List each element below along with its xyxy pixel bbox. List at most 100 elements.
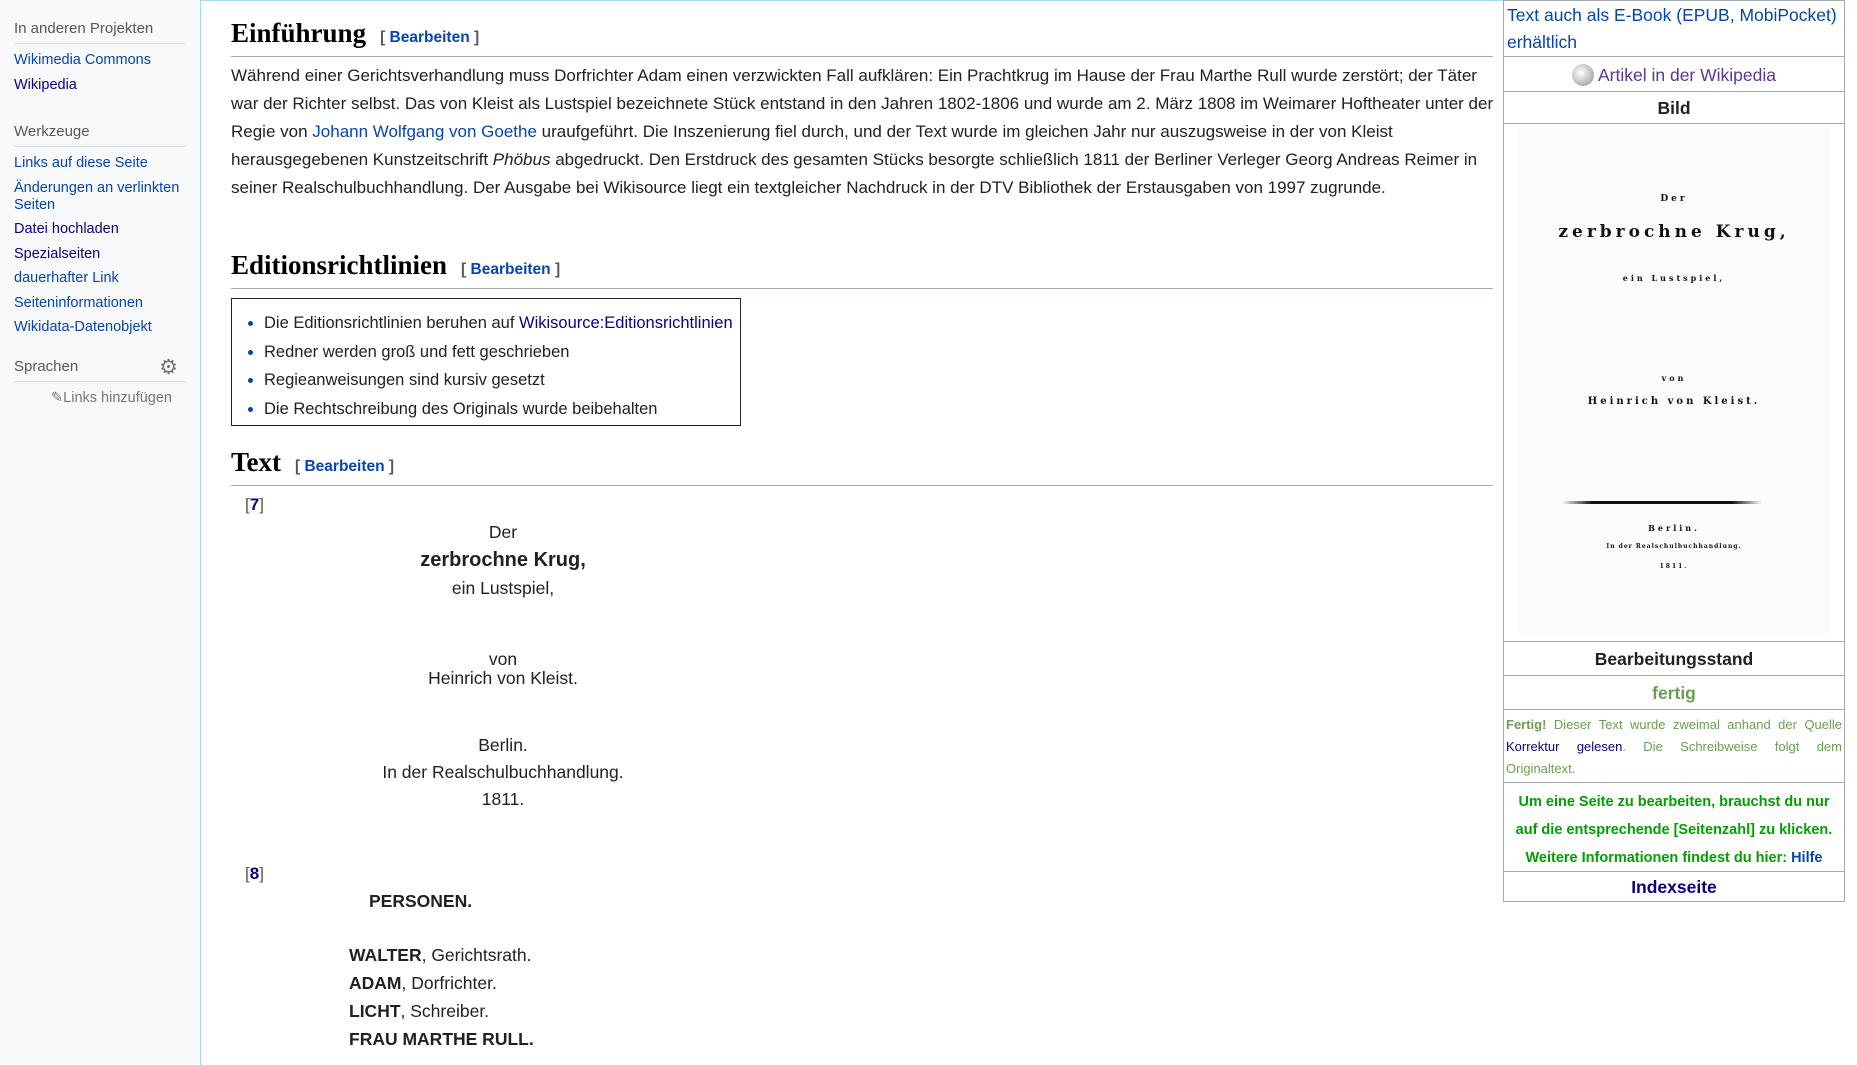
person-role: , Dorfrichter. [401,973,497,993]
image-text-author: Heinrich von Kleist. [1587,396,1761,407]
guideline-item: Redner werden groß und fett geschrieben [264,338,740,367]
add-links-label: Links hinzufügen [63,390,172,406]
guideline-item: Die Editionsrichtlinien beruhen auf Wiki… [264,309,740,338]
text-title-von: von [488,649,518,669]
sidebar-link-page-info[interactable]: Seiteninformationen [14,295,143,311]
text-title-year: 1811. [481,789,525,809]
image-text-publisher: In der Realschulbuchhandlung. [1606,543,1742,550]
guidelines-box: Die Editionsrichtlinien beruhen auf Wiki… [231,298,741,426]
guidelines-edit-link[interactable]: Bearbeiten [471,261,551,278]
other-projects-portal: In anderen Projekten Wikimedia Commons W… [14,20,186,101]
image-text-city: Berlin. [1648,523,1700,533]
sidebar-link-wikimedia-commons[interactable]: Wikimedia Commons [14,52,151,68]
sidebar-link-wikidata-item[interactable]: Wikidata-Datenobjekt [14,319,152,335]
gear-icon[interactable]: ⚙ [159,355,178,380]
sidebar-link-permalink[interactable]: dauerhafter Link [14,270,119,286]
person-line: WALTER, Gerichtsrath. [349,945,532,966]
person-line: LICHT, Schreiber. [349,1001,489,1022]
pencil-icon: ✎ [51,390,64,406]
image-text-year: 1811. [1659,563,1689,570]
status-description: Fertig! Dieser Text wurde zweimal anhand… [1504,710,1844,783]
gelesen-link[interactable]: gelesen [1577,739,1623,754]
languages-heading: Sprachen ⚙ [14,355,186,382]
intro-heading-label: Einführung [231,18,367,48]
status-text-1: Dieser Text wurde zweimal anhand der Que… [1546,717,1842,732]
guideline-text: Regieanweisungen sind kursiv gesetzt [264,371,545,389]
guideline-text: Redner werden groß und fett geschrieben [264,342,570,361]
guidelines-heading-label: Editionsrichtlinien [231,250,448,280]
main-content: Einführung [ Bearbeiten ] Während einer G… [200,0,1503,1065]
work-infobox: Text auch als E-Book (EPUB, MobiPocket) … [1503,0,1845,902]
languages-portal: Sprachen ⚙ ✎Links hinzufügen [14,355,186,406]
sidebar-link-related-changes[interactable]: Änderungen an verlinkten Seiten [14,180,179,213]
wikipedia-globe-icon [1572,64,1594,86]
sidebar-link-special-pages[interactable]: Spezialseiten [14,246,100,262]
text-title-main: zerbrochne Krug, [420,549,586,571]
section-heading-intro: Einführung [ Bearbeiten ] [231,17,1493,57]
guideline-item: Regieanweisungen sind kursiv gesetzt [264,366,740,395]
ebook-row: Text auch als E-Book (EPUB, MobiPocket) … [1504,1,1844,57]
image-text-der: Der [1660,194,1688,204]
person-name: WALTER [349,945,422,965]
help-link[interactable]: Hilfe [1791,850,1822,866]
image-ornament-rule [1562,501,1762,504]
person-line: FRAU MARTHE RULL. [349,1029,534,1050]
persons-heading: PERSONEN. [369,891,473,911]
sidebar: In anderen Projekten Wikimedia Commons W… [0,0,200,1064]
text-heading-label: Text [231,447,282,477]
page-number-8-label: 8 [249,864,260,883]
text-edit-section: [ Bearbeiten ] [295,458,395,475]
page-number-7-label: 7 [249,495,260,514]
add-links-button[interactable]: ✎Links hinzufügen [14,390,186,406]
page-number-7[interactable]: [7] [245,495,264,515]
edit-hint-more: Weitere Informationen findest du hier: [1525,850,1792,866]
status-heading: Bearbeitungsstand [1504,642,1844,676]
languages-heading-label: Sprachen [14,358,79,375]
guideline-item: Die Rechtschreibung des Originals wurde … [264,395,740,424]
status-value: fertig [1504,676,1844,710]
guideline-text: Die Editionsrichtlinien beruhen auf [264,314,519,332]
section-heading-text: Text [ Bearbeiten ] [231,446,1493,486]
guidelines-edit-section: [ Bearbeiten ] [461,261,561,278]
image-text-von: von [1661,373,1687,383]
text-title-publisher: In der Realschulbuchhandlung. [382,762,624,782]
wikipedia-article-link[interactable]: Artikel in der Wikipedia [1598,65,1776,85]
person-role: , Gerichtsrath. [421,945,532,965]
index-row: Indexseite [1504,872,1844,902]
person-name: ADAM [349,973,402,993]
sidebar-link-wikipedia[interactable]: Wikipedia [14,77,77,93]
image-text-title: zerbrochne Krug, [1558,222,1790,242]
other-projects-heading: In anderen Projekten [14,20,186,44]
ebook-link[interactable]: Text auch als E-Book (EPUB, MobiPocket) … [1507,5,1837,52]
goethe-link[interactable]: Johann Wolfgang von Goethe [312,122,537,141]
status-lead: Fertig! [1506,717,1547,732]
edit-hint-text: Um eine Seite zu bearbeiten, brauchst du… [1515,794,1833,838]
title-page-image[interactable]: Der zerbrochne Krug, ein Lustspiel, von … [1518,128,1830,633]
sidebar-link-whatlinkshere[interactable]: Links auf diese Seite [14,155,148,171]
text-title-author: Heinrich von Kleist. [428,668,578,688]
text-title-city: Berlin. [478,735,528,755]
edit-hint-box: Um eine Seite zu bearbeiten, brauchst du… [1504,783,1844,872]
wikipedia-row: Artikel in der Wikipedia [1504,60,1844,92]
person-line: ADAM, Dorfrichter. [349,973,497,994]
person-name: LICHT [349,1001,401,1021]
intro-edit-section: [ Bearbeiten ] [380,29,480,46]
image-heading: Bild [1504,92,1844,124]
tools-heading: Werkzeuge [14,123,186,147]
tools-portal: Werkzeuge Links auf diese Seite Änderung… [14,123,186,344]
index-page-link[interactable]: Indexseite [1631,877,1717,897]
text-edit-link[interactable]: Bearbeiten [304,458,384,475]
guideline-text: Die Rechtschreibung des Originals wurde … [264,399,658,418]
sidebar-link-upload[interactable]: Datei hochladen [14,221,119,237]
section-heading-guidelines: Editionsrichtlinien [ Bearbeiten ] [231,249,1493,289]
korrektur-link[interactable]: Korrektur [1506,739,1559,754]
image-text-subtitle: ein Lustspiel, [1622,273,1726,283]
intro-edit-link[interactable]: Bearbeiten [390,29,470,46]
guidelines-page-link[interactable]: Wikisource:Editionsrichtlinien [519,314,733,332]
page-number-8[interactable]: [8] [245,864,264,884]
intro-paragraph: Während einer Gerichtsverhandlung muss D… [231,62,1499,202]
person-role: , Schreiber. [400,1001,490,1021]
person-name: FRAU MARTHE RULL. [349,1029,534,1049]
text-title-der: Der [488,522,518,542]
text-title-subtitle: ein Lustspiel, [451,578,555,598]
